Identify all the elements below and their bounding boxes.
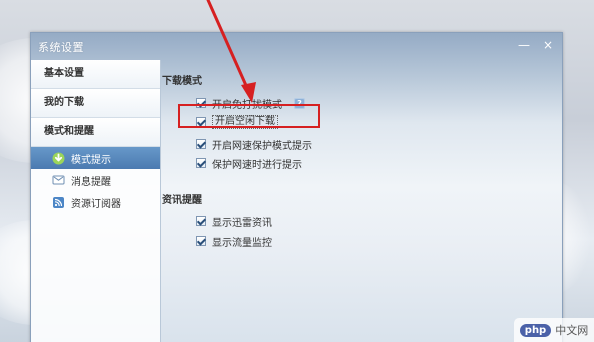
watermark-text: 中文网	[555, 324, 589, 337]
php-logo: php	[519, 323, 552, 337]
annotation-arrow	[206, 0, 256, 103]
screenshot-page: 系统设置 — × 基本设置 我的下载 模式和提醒 模式提示 消息提醒 资源订阅器…	[0, 0, 594, 342]
site-watermark: php 中文网	[514, 318, 594, 342]
